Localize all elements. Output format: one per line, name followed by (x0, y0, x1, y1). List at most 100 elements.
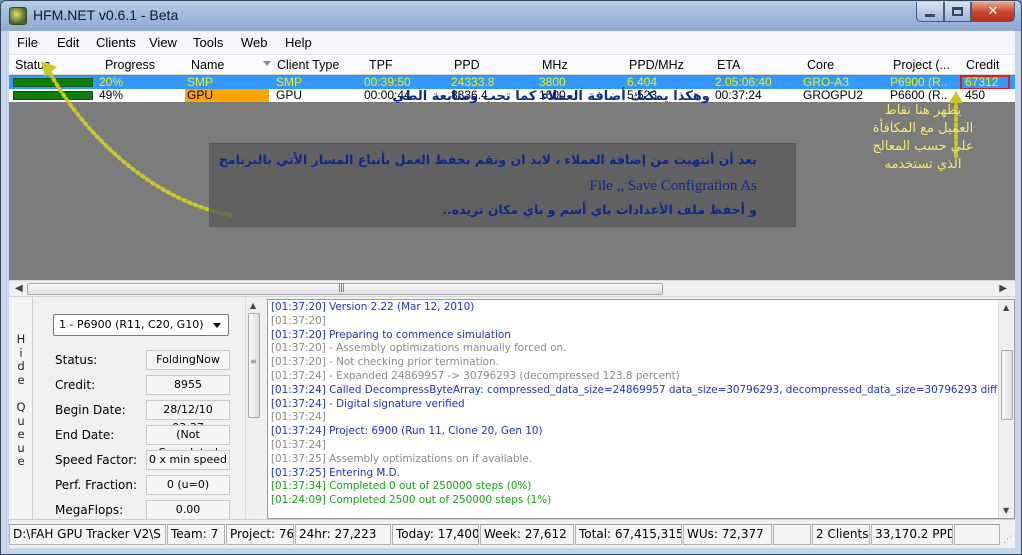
grip-icon: ||| (338, 283, 345, 293)
log-line: [01:37:20] Preparing to commence simulat… (271, 328, 511, 341)
close-icon: ✕ (987, 4, 999, 19)
label-status: Status: (55, 353, 98, 367)
column-tpf[interactable]: TPF (369, 58, 393, 72)
cell-project: P6600 (R.. (890, 88, 948, 102)
log-line: [01:37:20] - Not checking prior terminat… (271, 356, 499, 369)
grid-horizontal-scrollbar[interactable]: ◀ ||| ▶ (9, 280, 1015, 297)
value-credit: 8955 (146, 375, 230, 395)
status-path: D:\FAH GPU Tracker V2\S (9, 524, 166, 545)
resize-grip-icon[interactable]: ⋰ (1003, 535, 1012, 545)
label-end-date: End Date: (55, 428, 115, 442)
menu-clients[interactable]: Clients (96, 35, 136, 50)
column-progress[interactable]: Progress (105, 58, 155, 72)
scroll-right-icon[interactable]: ▶ (999, 283, 1007, 294)
grid-header: Status Progress Name Client Type TPF PPD… (9, 55, 1015, 75)
scroll-thumb[interactable]: ≡ (248, 313, 260, 418)
log-viewer[interactable]: [01:37:20] Version 2.22 (Mar 12, 2010) [0… (267, 299, 1015, 519)
log-line: [01:37:24] - Digital signature verified (271, 397, 465, 410)
scroll-up-icon[interactable]: ▲ (1003, 303, 1009, 312)
label-credit: Credit: (55, 378, 96, 392)
column-project[interactable]: Project (... (893, 58, 950, 72)
column-name[interactable]: Name (191, 58, 224, 72)
menu-view[interactable]: View (149, 35, 177, 50)
column-eta[interactable]: ETA (717, 58, 740, 72)
hide-queue-toggle[interactable]: H i d e Q u e u e (9, 297, 33, 519)
menu-file[interactable]: File (17, 35, 38, 50)
status-clients: 2 Clients (812, 524, 870, 545)
status-bar: D:\FAH GPU Tracker V2\S Team: 7 Project:… (9, 519, 1015, 548)
scroll-left-icon[interactable]: ◀ (15, 283, 23, 294)
annotation-line-1: بعد أن أنتهيت من إضافة العملاء ، لابد ان… (218, 152, 757, 167)
value-status: FoldingNow (146, 350, 230, 370)
log-line: [01:37:25] Assembly optimizations on if … (271, 452, 533, 465)
cell-core: GROGPU2 (803, 88, 864, 102)
minimize-button[interactable] (916, 2, 944, 22)
log-line: [01:37:24] (271, 411, 326, 424)
queue-vertical-scrollbar[interactable]: ▲ ≡ (245, 297, 261, 519)
log-line: [01:37:34] Completed 0 out of 250000 ste… (271, 480, 532, 493)
queue-select[interactable]: 1 - P6900 (R11, C20, G10) (53, 314, 229, 336)
status-indicator (13, 91, 93, 100)
close-button[interactable]: ✕ (971, 2, 1015, 22)
status-spacer (773, 524, 811, 545)
status-ppd: 33,170.2 PPD (871, 524, 953, 545)
cell-progress: 49% (99, 88, 124, 102)
column-client-type[interactable]: Client Type (277, 58, 339, 72)
value-megaflops: 0.00 (146, 500, 230, 519)
column-credit[interactable]: Credit (966, 58, 999, 72)
queue-panel: 1 - P6900 (R11, C20, G10) Status: Foldin… (33, 297, 263, 519)
maximize-icon (952, 7, 963, 16)
scroll-down-icon[interactable]: ▼ (1003, 506, 1009, 515)
status-today: Today: 17,400 (392, 524, 479, 545)
log-line: [01:37:24] (271, 439, 326, 451)
annotation-credit-note: يظهر هنا نقاط العميل مع المكافأة علي حسب… (872, 103, 974, 172)
queue-select-value: 1 - P6900 (R11, C20, G10) (59, 318, 204, 331)
menu-edit[interactable]: Edit (57, 35, 79, 50)
scroll-up-icon[interactable]: ▲ (250, 301, 256, 310)
label-begin-date: Begin Date: (55, 403, 126, 417)
log-vertical-scrollbar[interactable]: ▲ ▼ (998, 300, 1014, 518)
status-project: Project: 76 (226, 524, 294, 545)
log-line: [01:37:24] Called DecompressByteArray: c… (271, 383, 1013, 396)
window-title: HFM.NET v0.6.1 - Beta (33, 7, 179, 23)
log-line: [01:37:24] Project: 6900 (Run 11, Clone … (271, 425, 543, 438)
log-line: [01:37:20] (271, 314, 326, 327)
column-ppd-mhz[interactable]: PPD/MHz (629, 58, 684, 72)
value-speed-factor: 0 x min speed (146, 450, 230, 470)
annotation-line-2: File ,, Save Configration As (589, 178, 758, 194)
status-24hr: 24hr: 27,223 (295, 524, 391, 545)
value-perf-fraction: 0 (u=0) (146, 475, 230, 495)
menu-bar: File Edit Clients View Tools Web Help (9, 31, 1015, 55)
status-wus: WUs: 72,377 (683, 524, 772, 545)
column-status[interactable]: Status (15, 58, 50, 72)
grip-icon: ≡ (250, 357, 257, 366)
chevron-down-icon (213, 323, 221, 328)
sort-arrow-icon (263, 61, 271, 66)
annotation-add-clients: وهكذا يمكنك أضافة العملاء كما تحب ومتابع… (392, 89, 710, 104)
column-mhz[interactable]: MHz (542, 58, 568, 72)
log-line: [01:37:20] Version 2.22 (Mar 12, 2010) (271, 301, 475, 313)
cell-credit: 450 (965, 88, 986, 102)
maximize-button[interactable] (944, 2, 971, 22)
title-bar[interactable]: HFM.NET v0.6.1 - Beta ✕ (1, 1, 1021, 31)
label-megaflops: MegaFlops: (55, 503, 124, 517)
client-row-smp[interactable]: 20% SMP SMP 00:39:50 24333.8 3800 6.404 … (9, 75, 1015, 90)
menu-help[interactable]: Help (285, 35, 312, 50)
cell-name: GPU (187, 88, 214, 102)
log-line: [01:37:25] Entering M.D. (271, 466, 400, 479)
details-pane: H i d e Q u e u e 1 - P6900 (R11, C20, G… (9, 297, 1015, 519)
menu-web[interactable]: Web (241, 35, 268, 50)
scroll-thumb[interactable] (1001, 350, 1013, 420)
scroll-thumb[interactable]: ||| (27, 283, 663, 295)
value-begin-date: 28/12/10 03:37 (146, 400, 230, 434)
menu-tools[interactable]: Tools (193, 35, 223, 50)
status-indicator (13, 78, 93, 87)
minimize-icon (925, 14, 935, 17)
column-core[interactable]: Core (807, 58, 834, 72)
app-window: HFM.NET v0.6.1 - Beta ✕ File Edit Client… (0, 0, 1022, 555)
column-ppd[interactable]: PPD (454, 58, 480, 72)
annotation-save-config-box: بعد أن أنتهيت من إضافة العملاء ، لابد ان… (209, 143, 796, 227)
status-team: Team: 7 (167, 524, 225, 545)
status-week: Week: 27,612 (480, 524, 574, 545)
cell-client-type: GPU (276, 88, 303, 102)
